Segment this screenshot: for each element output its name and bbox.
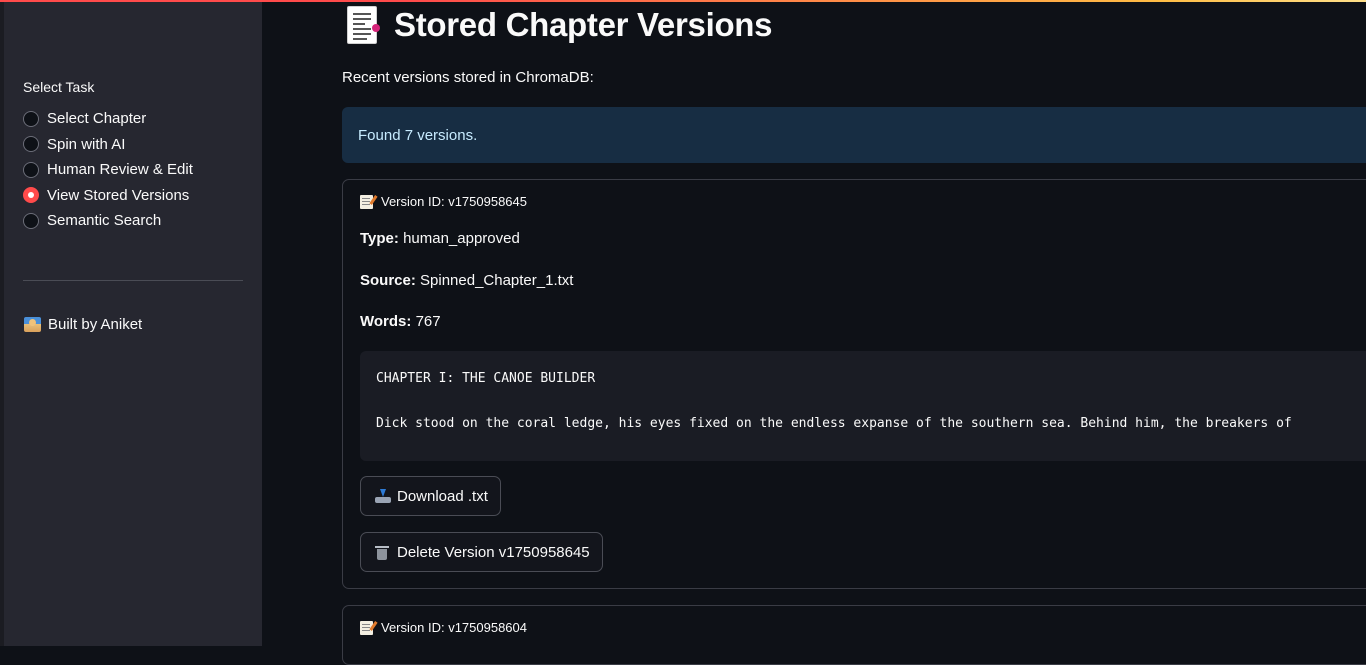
type-label: Type: xyxy=(360,230,404,247)
radio-label: Semantic Search xyxy=(47,212,162,230)
delete-button-label: Delete Version v1750958645 xyxy=(397,543,590,561)
version-id-text: Version ID: v1750958645 xyxy=(381,194,527,209)
memo-icon xyxy=(360,620,373,635)
source-label: Source: xyxy=(360,272,421,289)
preview-line: CHAPTER I: THE CANOE BUILDER xyxy=(376,371,596,386)
version-id-text: Version ID: v1750958604 xyxy=(381,620,527,635)
page-title: Stored Chapter Versions xyxy=(342,6,773,44)
radio-select-chapter[interactable]: Select Chapter xyxy=(23,106,193,132)
subtitle-text: Recent versions stored in ChromaDB: xyxy=(342,69,594,86)
download-button-label: Download .txt xyxy=(397,487,488,505)
radio-circle-icon xyxy=(23,161,39,178)
source-value: Spinned_Chapter_1.txt xyxy=(420,272,574,289)
radio-label: View Stored Versions xyxy=(47,186,190,204)
top-decoration-bar xyxy=(0,0,1366,2)
sidebar: Select Task Select Chapter Spin with AI … xyxy=(0,0,262,646)
radio-semantic-search[interactable]: Semantic Search xyxy=(23,208,193,234)
page-title-text: Stored Chapter Versions xyxy=(394,6,773,43)
version-id-line: Version ID: v1750958604 xyxy=(360,620,527,635)
built-by-credit: Built by Aniket xyxy=(24,316,142,333)
radio-circle-icon xyxy=(23,110,39,127)
radio-view-stored-versions[interactable]: View Stored Versions xyxy=(23,183,193,209)
memo-icon xyxy=(360,194,373,209)
sidebar-edge xyxy=(0,0,4,646)
inbox-tray-icon xyxy=(375,489,391,503)
wastebasket-icon xyxy=(375,545,389,560)
select-task-label: Select Task xyxy=(23,79,95,95)
download-txt-button[interactable]: Download .txt xyxy=(360,476,501,516)
delete-version-button[interactable]: Delete Version v1750958645 xyxy=(360,532,603,572)
built-by-text: Built by Aniket xyxy=(48,316,143,333)
words-value: 767 xyxy=(415,313,441,330)
radio-label: Select Chapter xyxy=(47,110,147,128)
task-radio-group: Select Chapter Spin with AI Human Review… xyxy=(23,106,193,234)
source-line: Source: Spinned_Chapter_1.txt xyxy=(360,272,573,289)
version-id-line: Version ID: v1750958645 xyxy=(360,194,527,209)
main-content: Stored Chapter Versions Recent versions … xyxy=(342,0,1366,665)
type-value: human_approved xyxy=(403,230,520,247)
version-card: Version ID: v1750958645 Type: human_appr… xyxy=(342,179,1366,589)
page-facing-up-icon xyxy=(347,6,380,44)
sidebar-divider xyxy=(23,280,243,281)
preview-line: Dick stood on the coral ledge, his eyes … xyxy=(376,416,1292,431)
radio-label: Human Review & Edit xyxy=(47,161,193,179)
words-line: Words: 767 xyxy=(360,313,441,330)
radio-human-review-edit[interactable]: Human Review & Edit xyxy=(23,157,193,183)
radio-label: Spin with AI xyxy=(47,135,126,153)
radio-circle-icon xyxy=(23,136,39,153)
radio-spin-with-ai[interactable]: Spin with AI xyxy=(23,132,193,158)
type-line: Type: human_approved xyxy=(360,230,520,247)
technologist-icon xyxy=(24,317,41,332)
radio-circle-icon xyxy=(23,212,39,229)
version-card: Version ID: v1750958604 xyxy=(342,605,1366,665)
words-label: Words: xyxy=(360,313,416,330)
radio-checked-icon xyxy=(23,187,39,204)
info-alert: Found 7 versions. xyxy=(342,107,1366,163)
info-alert-text: Found 7 versions. xyxy=(358,126,478,144)
chapter-preview-codeblock[interactable]: CHAPTER I: THE CANOE BUILDER Dick stood … xyxy=(360,351,1366,461)
